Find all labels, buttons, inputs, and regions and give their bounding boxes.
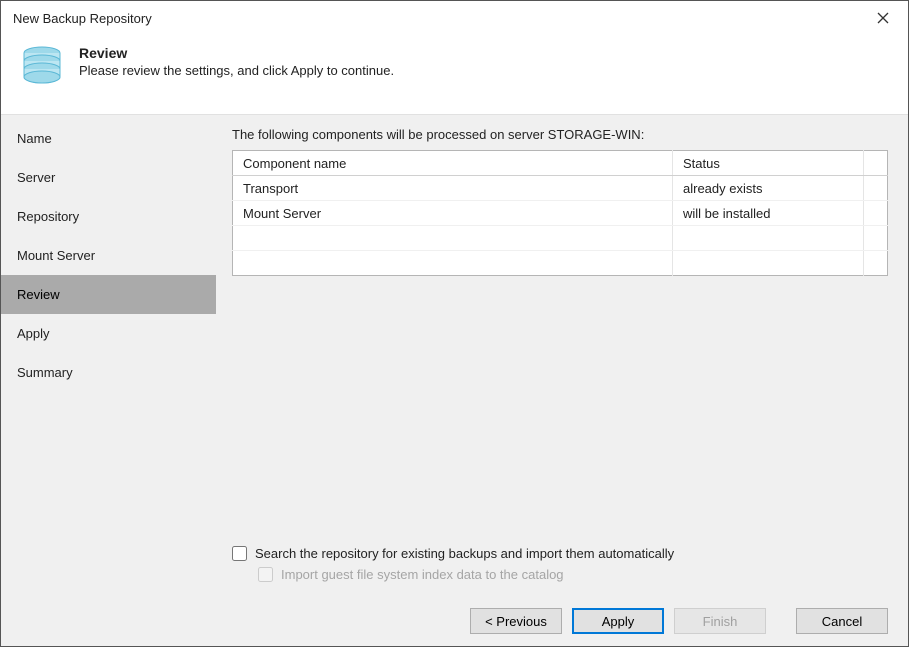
cell-status [673,226,864,251]
search-repository-option[interactable]: Search the repository for existing backu… [232,546,888,561]
step-server[interactable]: Server [1,158,216,197]
col-spacer [864,151,888,176]
import-index-checkbox [258,567,273,582]
review-panel: The following components will be process… [216,115,908,596]
table-row: Transport already exists [233,176,888,201]
step-summary[interactable]: Summary [1,353,216,392]
wizard-footer: < Previous Apply Finish Cancel [1,596,908,646]
cell-status [673,251,864,276]
cell-status: already exists [673,176,864,201]
close-icon[interactable] [868,3,898,33]
table-row: Mount Server will be installed [233,201,888,226]
col-component: Component name [233,151,673,176]
repository-icon [21,45,65,96]
table-row [233,226,888,251]
import-index-label: Import guest file system index data to t… [281,567,564,582]
step-name[interactable]: Name [1,119,216,158]
window-title: New Backup Repository [13,11,152,26]
titlebar: New Backup Repository [1,1,908,35]
cell-component [233,251,673,276]
import-index-option: Import guest file system index data to t… [258,567,888,582]
cancel-button[interactable]: Cancel [796,608,888,634]
step-apply[interactable]: Apply [1,314,216,353]
cell-component [233,226,673,251]
cell-component: Mount Server [233,201,673,226]
step-repository[interactable]: Repository [1,197,216,236]
apply-button[interactable]: Apply [572,608,664,634]
wizard-steps-sidebar: Name Server Repository Mount Server Revi… [1,115,216,596]
cell-status: will be installed [673,201,864,226]
previous-button[interactable]: < Previous [470,608,562,634]
cell-component: Transport [233,176,673,201]
review-intro-text: The following components will be process… [232,127,888,142]
wizard-body: Name Server Repository Mount Server Revi… [1,114,908,596]
options-block: Search the repository for existing backu… [232,546,888,588]
step-review[interactable]: Review [1,275,216,314]
components-table: Component name Status Transport already … [232,150,888,276]
wizard-header: Review Please review the settings, and c… [1,35,908,114]
search-repository-checkbox[interactable] [232,546,247,561]
table-row [233,251,888,276]
col-status: Status [673,151,864,176]
finish-button: Finish [674,608,766,634]
header-subtitle: Please review the settings, and click Ap… [79,63,394,78]
search-repository-label: Search the repository for existing backu… [255,546,674,561]
header-title: Review [79,45,394,61]
step-mount-server[interactable]: Mount Server [1,236,216,275]
